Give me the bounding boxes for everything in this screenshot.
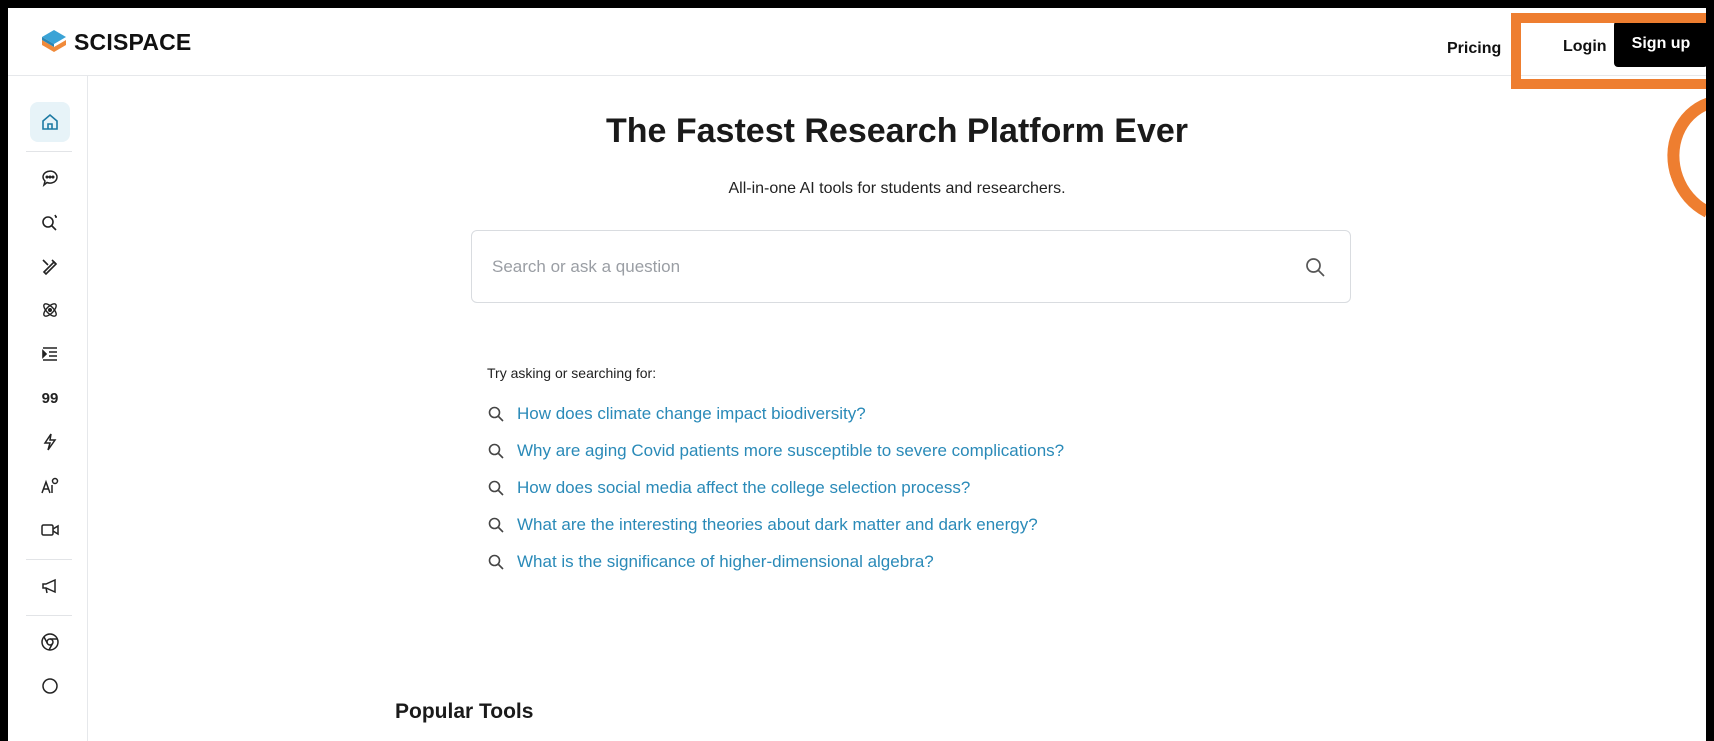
literature-search-icon [42,214,57,231]
search-bar[interactable] [471,230,1351,303]
sidebar-item-more[interactable] [30,666,70,706]
ai-detector-icon [41,477,59,494]
atom-icon [43,303,57,317]
search-input[interactable] [492,231,1282,302]
login-button[interactable]: Login [1551,28,1619,66]
suggestion-text: What are the interesting theories about … [517,514,1038,534]
suggestions-label: Try asking or searching for: [487,365,657,381]
sidebar-item-writer[interactable] [30,246,70,286]
chrome-extension-icon [41,633,59,651]
sidebar-divider [26,615,72,616]
sidebar-item-chrome-extension[interactable] [30,622,70,662]
top-navigation-bar: SCISPACE Pricing Login Sign up [8,8,1706,76]
page-title: The Fastest Research Platform Ever [605,112,1189,150]
lightning-icon [43,433,57,451]
suggestion-text: How does climate change impact biodivers… [517,403,866,423]
sidebar: 99 [8,76,88,741]
sidebar-item-ai-detector[interactable] [30,466,70,506]
sidebar-item-literature-search[interactable] [30,202,70,242]
sidebar-divider [26,151,72,152]
brand-logo[interactable]: SCISPACE [40,28,191,56]
sidebar-item-announcements[interactable] [30,566,70,606]
sidebar-item-atom[interactable] [30,290,70,330]
suggestion-item[interactable]: Why are aging Covid patients more suscep… [487,432,1064,469]
chat-icon [42,170,58,188]
search-icon [488,443,504,459]
megaphone-icon [42,578,56,594]
suggestion-item[interactable]: How does climate change impact biodivers… [487,395,1064,432]
sidebar-item-chat[interactable] [30,158,70,198]
outline-list-icon [42,347,57,361]
suggestion-text: How does social media affect the college… [517,477,971,497]
nav-link-pricing[interactable]: Pricing [1447,40,1501,58]
suggestion-item[interactable]: What are the interesting theories about … [487,506,1064,543]
scispace-logo-icon [42,30,66,52]
page-subtitle: All-in-one AI tools for students and res… [728,180,1066,197]
suggestion-text: Why are aging Covid patients more suscep… [517,440,1065,460]
sidebar-item-video[interactable] [30,510,70,550]
video-icon [41,524,59,536]
search-icon [488,480,504,496]
search-icon [488,406,504,422]
citation-icon: 99 [41,389,59,407]
sidebar-item-outline[interactable] [30,334,70,374]
search-icon [488,517,504,533]
pen-writer-icon [42,259,58,276]
brand-name: SCISPACE [74,28,192,55]
sidebar-item-citation[interactable]: 99 [30,378,70,418]
highlight-annotation-arc [1649,77,1706,241]
suggestions-list: How does climate change impact biodivers… [487,395,1064,580]
signup-button[interactable]: Sign up [1614,21,1706,67]
suggestion-item[interactable]: How does social media affect the college… [487,469,1064,506]
more-tools-icon [42,678,58,694]
app-window: SCISPACE Pricing Login Sign up 99 The Fa… [8,8,1706,741]
popular-tools-heading: Popular Tools [395,700,534,723]
home-icon [42,113,58,130]
search-icon [488,554,504,570]
search-icon[interactable] [1304,256,1326,278]
sidebar-divider [26,559,72,560]
suggestion-item[interactable]: What is the significance of higher-dimen… [487,543,1064,580]
sidebar-item-lightning[interactable] [30,422,70,462]
sidebar-item-home[interactable] [30,102,70,142]
suggestion-text: What is the significance of higher-dimen… [517,551,934,571]
